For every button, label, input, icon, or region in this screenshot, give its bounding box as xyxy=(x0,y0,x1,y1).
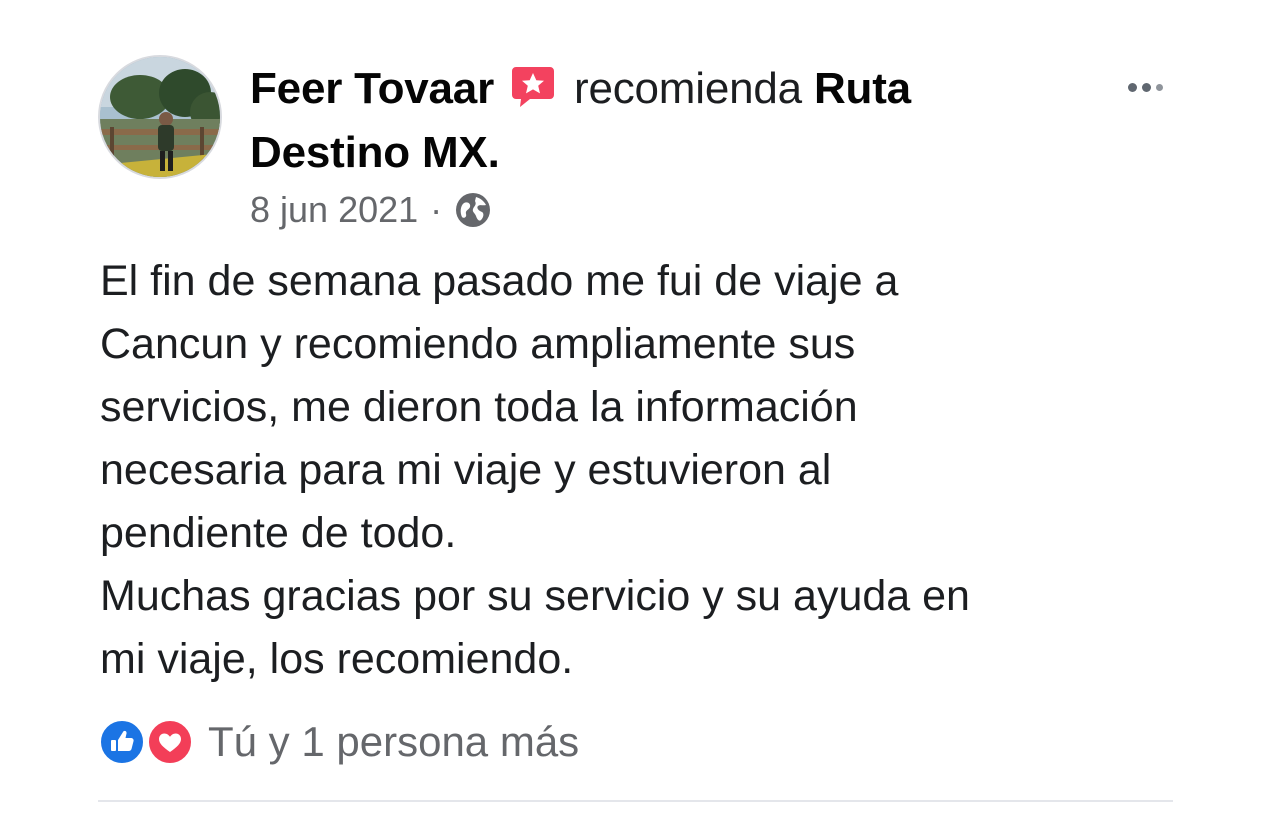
reactions-text[interactable]: Tú y 1 persona más xyxy=(208,718,579,766)
post-body-line: El fin de semana pasado me fui de viaje … xyxy=(100,257,899,305)
post-meta: 8 jun 2021 · xyxy=(250,186,492,234)
post-body-line: Cancun y recomiendo ampliamente sus xyxy=(100,320,856,368)
action-verb: recomienda xyxy=(574,64,802,113)
post-body-line: Muchas gracias por su servicio y su ayud… xyxy=(100,572,970,620)
avatar[interactable] xyxy=(98,55,222,179)
reaction-icons xyxy=(98,716,202,768)
avatar-photo xyxy=(100,57,220,177)
post-header-line-1: Feer Tovaar recomienda Ruta xyxy=(250,60,911,118)
page-name-part-1[interactable]: Ruta xyxy=(814,64,911,113)
love-icon xyxy=(146,718,194,766)
page-name-part-2[interactable]: Destino MX. xyxy=(250,128,500,177)
post-header-line-2: Destino MX. xyxy=(250,124,500,182)
divider xyxy=(98,800,1173,802)
more-options-dot xyxy=(1156,83,1163,91)
recommendation-post: Feer Tovaar recomienda Ruta Destino MX. … xyxy=(0,0,1284,821)
post-body: El fin de semana pasado me fui de viaje … xyxy=(100,250,1210,691)
author-name[interactable]: Feer Tovaar xyxy=(250,64,494,113)
meta-separator: · xyxy=(430,189,443,230)
recommendation-star-icon xyxy=(510,65,556,109)
post-body-line: servicios, me dieron toda la información xyxy=(100,383,858,431)
more-options-dot xyxy=(1142,82,1151,92)
globe-icon[interactable] xyxy=(454,191,492,229)
more-options-button[interactable] xyxy=(1128,72,1176,102)
more-options-icon xyxy=(1128,82,1137,92)
post-body-line: pendiente de todo. xyxy=(100,509,457,557)
post-date[interactable]: 8 jun 2021 xyxy=(250,186,418,234)
like-icon xyxy=(98,718,146,766)
post-body-line: necesaria para mi viaje y estuvieron al xyxy=(100,446,832,494)
reactions-summary[interactable]: Tú y 1 persona más xyxy=(98,712,579,772)
post-body-line: mi viaje, los recomiendo. xyxy=(100,635,574,683)
